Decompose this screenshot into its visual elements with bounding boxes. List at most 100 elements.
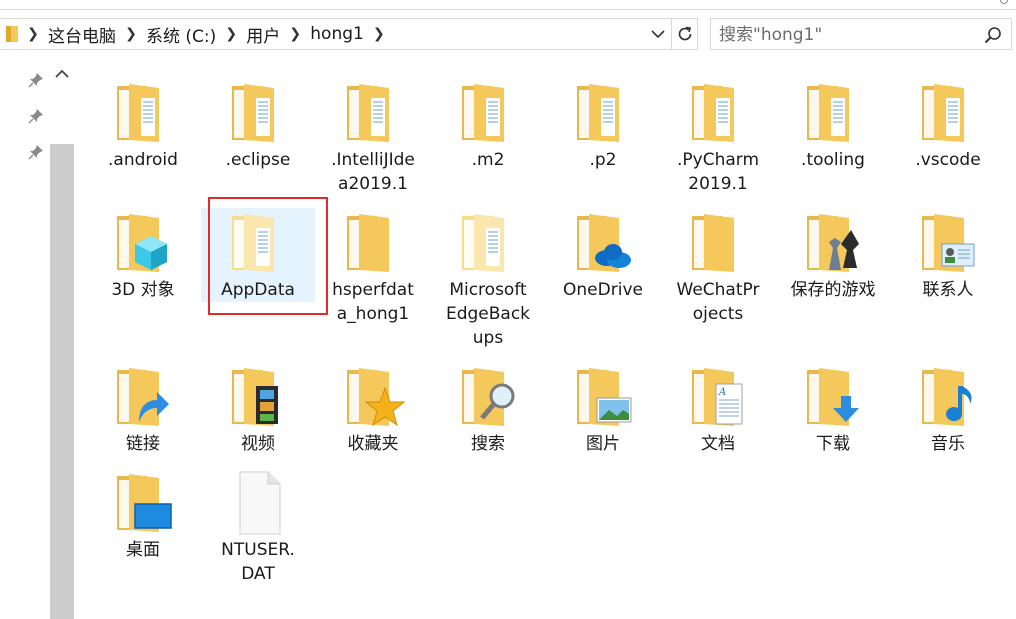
refresh-button[interactable] [672,18,698,50]
refresh-icon [678,26,691,41]
pin-icon[interactable] [28,144,44,160]
item-icon [571,362,635,432]
item-label: .m2 [471,150,505,170]
item-label: .android [108,150,178,170]
item-icon [456,208,520,278]
file-item[interactable]: .IntelliJIdea2019.1 [316,78,430,196]
navigation-pane [0,60,50,619]
item-label: .tooling [801,150,865,170]
file-item[interactable]: .android [86,78,200,172]
breadcrumb-item[interactable]: 系统 (C:) [142,22,220,47]
history-dropdown-button[interactable] [648,22,668,46]
onedrive-folder-icon [577,214,631,272]
window-control-icon[interactable] [1000,0,1008,4]
item-label: 保存的游戏 [790,280,876,300]
item-label: .PyCharm2019.1 [676,150,760,194]
documents-folder-icon: A [692,368,743,426]
file-item[interactable]: 联系人 [891,208,1005,302]
item-icon [111,78,175,148]
item-icon [226,78,290,148]
item-icon [801,78,865,148]
breadcrumb-item[interactable]: 用户 [242,22,284,47]
folder-docs-icon [807,84,849,142]
highlight-annotation [208,197,328,315]
file-item[interactable]: .tooling [776,78,890,172]
item-icon [456,362,520,432]
pin-icon[interactable] [28,108,44,124]
file-item[interactable]: 搜索 [431,362,545,456]
search-box[interactable] [710,18,1012,50]
item-label: 桌面 [126,540,160,560]
links-folder-icon [117,368,169,426]
breadcrumb-item[interactable]: hong1 [306,24,368,44]
item-label: 下载 [816,434,850,454]
scrollbar-thumb[interactable] [50,144,74,619]
search-input[interactable] [719,25,969,45]
file-item[interactable]: MicrosoftEdgeBackups [431,208,545,350]
pin-icon[interactable] [28,72,44,88]
item-label: 搜索 [471,434,505,454]
chevron-right-icon[interactable]: ❯ [368,26,390,42]
file-item[interactable]: hsperfdata_hong1 [316,208,430,326]
file-item[interactable]: WeChatProjects [661,208,775,326]
chevron-right-icon[interactable]: ❯ [284,26,306,42]
favorites-folder-icon [347,368,406,427]
file-item[interactable]: .PyCharm2019.1 [661,78,775,196]
chevron-down-icon [651,30,665,39]
file-item[interactable]: 音乐 [891,362,1005,456]
folder-docs-icon [117,84,159,142]
file-item[interactable]: 桌面 [86,468,200,562]
search-icon[interactable] [983,25,1003,45]
file-icon [239,471,281,535]
item-icon [111,208,175,278]
folder-icon [347,214,389,272]
file-item[interactable]: 下载 [776,362,890,456]
item-label: 链接 [126,434,160,454]
breadcrumb: ❯ 这台电脑 ❯ 系统 (C:) ❯ 用户 ❯ hong1 ❯ [22,18,390,50]
file-item[interactable]: .p2 [546,78,660,172]
item-icon [571,78,635,148]
saved-games-folder-icon [807,214,859,272]
folder-icon [6,26,18,42]
pictures-folder-icon [577,368,632,426]
file-item[interactable]: 3D 对象 [86,208,200,302]
file-item[interactable]: .vscode [891,78,1005,172]
breadcrumb-item[interactable]: 这台电脑 [44,22,120,47]
item-icon [226,468,290,538]
item-icon [111,362,175,432]
item-icon: A [686,362,750,432]
item-label: 视频 [241,434,275,454]
file-item[interactable]: NTUSER.DAT [201,468,315,586]
scroll-up-button[interactable] [50,62,74,86]
item-icon [226,362,290,432]
downloads-folder-icon [807,368,859,426]
file-item[interactable]: .m2 [431,78,545,172]
item-label: 收藏夹 [347,434,399,454]
item-label: .vscode [915,150,981,170]
file-item[interactable]: 链接 [86,362,200,456]
searches-folder-icon [462,368,515,426]
desktop-folder-icon [117,474,172,532]
folder-icon [692,214,734,272]
chevron-up-icon [55,69,69,78]
file-item[interactable]: .eclipse [201,78,315,172]
item-label: NTUSER.DAT [221,540,295,584]
file-item[interactable]: 保存的游戏 [776,208,890,302]
file-item[interactable]: 收藏夹 [316,362,430,456]
item-label: hsperfdata_hong1 [332,280,414,324]
chevron-right-icon[interactable]: ❯ [120,26,142,42]
file-grid: .android .eclipse .IntelliJIdea2019.1 .m… [86,60,1016,619]
item-label: .IntelliJIdea2019.1 [331,150,415,194]
item-label: .p2 [589,150,617,170]
file-item[interactable]: 视频 [201,362,315,456]
folder-docs-icon [232,84,274,142]
chevron-right-icon[interactable]: ❯ [22,26,44,42]
file-item[interactable]: OneDrive [546,208,660,302]
hidden-folder-icon [462,214,504,272]
chevron-right-icon[interactable]: ❯ [220,26,242,42]
item-label: .eclipse [225,150,291,170]
item-icon [916,208,980,278]
file-item[interactable]: 图片 [546,362,660,456]
music-folder-icon [922,368,972,426]
file-item[interactable]: A 文档 [661,362,775,456]
